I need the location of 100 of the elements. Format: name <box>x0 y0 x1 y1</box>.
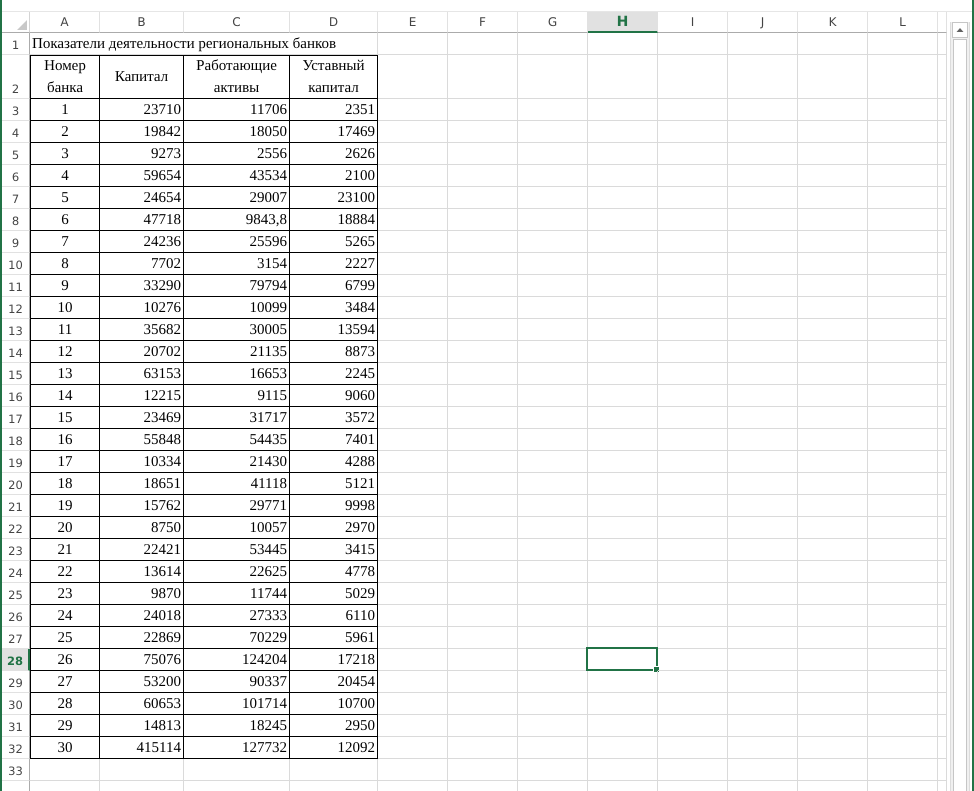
empty-cell[interactable] <box>798 693 868 715</box>
empty-cell[interactable] <box>938 165 947 187</box>
empty-cell[interactable] <box>448 671 518 693</box>
row-header[interactable]: 33 <box>2 759 30 781</box>
empty-cell[interactable] <box>868 715 938 737</box>
empty-cell[interactable] <box>378 539 448 561</box>
empty-cell[interactable] <box>378 385 448 407</box>
empty-cell[interactable] <box>798 99 868 121</box>
empty-cell[interactable] <box>868 253 938 275</box>
row-header[interactable]: 18 <box>2 429 30 451</box>
empty-cell[interactable] <box>588 209 658 231</box>
empty-cell[interactable] <box>658 649 728 671</box>
empty-cell[interactable] <box>588 231 658 253</box>
empty-cell[interactable] <box>658 495 728 517</box>
empty-cell[interactable] <box>938 539 947 561</box>
empty-cell[interactable] <box>938 583 947 605</box>
empty-cell[interactable] <box>868 671 938 693</box>
empty-cell[interactable] <box>728 165 798 187</box>
empty-cell[interactable] <box>378 253 448 275</box>
empty-cell[interactable] <box>798 55 868 99</box>
row-header[interactable]: 7 <box>2 187 30 209</box>
empty-cell[interactable] <box>448 407 518 429</box>
empty-cell[interactable] <box>658 671 728 693</box>
empty-cell[interactable] <box>868 737 938 759</box>
row-header[interactable]: 4 <box>2 121 30 143</box>
empty-cell[interactable] <box>588 297 658 319</box>
empty-cell[interactable] <box>518 605 588 627</box>
empty-cell[interactable] <box>378 231 448 253</box>
empty-cell[interactable] <box>448 517 518 539</box>
empty-cell[interactable] <box>658 33 728 55</box>
empty-cell[interactable] <box>728 385 798 407</box>
empty-cell[interactable] <box>378 561 448 583</box>
empty-cell[interactable] <box>798 715 868 737</box>
empty-cell[interactable] <box>798 671 868 693</box>
empty-cell[interactable] <box>728 759 798 781</box>
row-header[interactable]: 25 <box>2 583 30 605</box>
empty-cell[interactable] <box>938 231 947 253</box>
empty-cell[interactable] <box>798 539 868 561</box>
empty-cell[interactable] <box>798 407 868 429</box>
empty-cell[interactable] <box>938 495 947 517</box>
row-header[interactable]: 1 <box>2 33 30 55</box>
empty-cell[interactable] <box>588 693 658 715</box>
empty-cell[interactable] <box>868 275 938 297</box>
empty-cell[interactable] <box>588 737 658 759</box>
empty-cell[interactable] <box>728 517 798 539</box>
empty-cell[interactable] <box>518 363 588 385</box>
empty-cell[interactable] <box>658 319 728 341</box>
empty-cell[interactable] <box>938 99 947 121</box>
empty-cell[interactable] <box>448 539 518 561</box>
empty-cell[interactable] <box>448 99 518 121</box>
empty-cell[interactable] <box>938 121 947 143</box>
empty-cell[interactable] <box>378 209 448 231</box>
empty-cell[interactable] <box>728 605 798 627</box>
empty-cell[interactable] <box>658 99 728 121</box>
empty-cell[interactable] <box>938 429 947 451</box>
empty-cell[interactable] <box>868 539 938 561</box>
empty-cell[interactable] <box>448 165 518 187</box>
empty-cell[interactable] <box>448 363 518 385</box>
empty-cell[interactable] <box>868 693 938 715</box>
empty-cell[interactable] <box>728 187 798 209</box>
empty-cell[interactable] <box>378 671 448 693</box>
empty-cell[interactable] <box>868 231 938 253</box>
empty-cell[interactable] <box>588 55 658 99</box>
empty-cell[interactable] <box>938 627 947 649</box>
empty-cell[interactable] <box>658 737 728 759</box>
empty-cell[interactable] <box>378 517 448 539</box>
row-header[interactable]: 12 <box>2 297 30 319</box>
empty-cell[interactable] <box>728 561 798 583</box>
empty-cell[interactable] <box>728 33 798 55</box>
empty-cell[interactable] <box>588 385 658 407</box>
empty-cell[interactable] <box>798 33 868 55</box>
column-header[interactable]: E <box>378 12 448 33</box>
empty-cell[interactable] <box>868 33 938 55</box>
empty-cell[interactable] <box>448 275 518 297</box>
empty-cell[interactable] <box>798 275 868 297</box>
empty-cell[interactable] <box>100 759 184 781</box>
empty-cell[interactable] <box>868 473 938 495</box>
empty-cell[interactable] <box>938 55 947 99</box>
empty-cell[interactable] <box>588 583 658 605</box>
empty-cell[interactable] <box>728 209 798 231</box>
empty-cell[interactable] <box>588 341 658 363</box>
empty-cell[interactable] <box>588 165 658 187</box>
empty-cell[interactable] <box>938 363 947 385</box>
empty-cell[interactable] <box>938 297 947 319</box>
empty-cell[interactable] <box>658 275 728 297</box>
empty-cell[interactable] <box>938 759 947 781</box>
empty-cell[interactable] <box>658 561 728 583</box>
row-header[interactable]: 26 <box>2 605 30 627</box>
empty-cell[interactable] <box>728 407 798 429</box>
empty-cell[interactable] <box>798 385 868 407</box>
empty-cell[interactable] <box>658 209 728 231</box>
empty-cell[interactable] <box>378 33 448 55</box>
empty-cell[interactable] <box>798 187 868 209</box>
empty-cell[interactable] <box>938 649 947 671</box>
empty-cell[interactable] <box>868 143 938 165</box>
empty-cell[interactable] <box>518 319 588 341</box>
empty-cell[interactable] <box>518 473 588 495</box>
empty-cell[interactable] <box>728 363 798 385</box>
empty-cell[interactable] <box>184 759 290 781</box>
empty-cell[interactable] <box>518 341 588 363</box>
